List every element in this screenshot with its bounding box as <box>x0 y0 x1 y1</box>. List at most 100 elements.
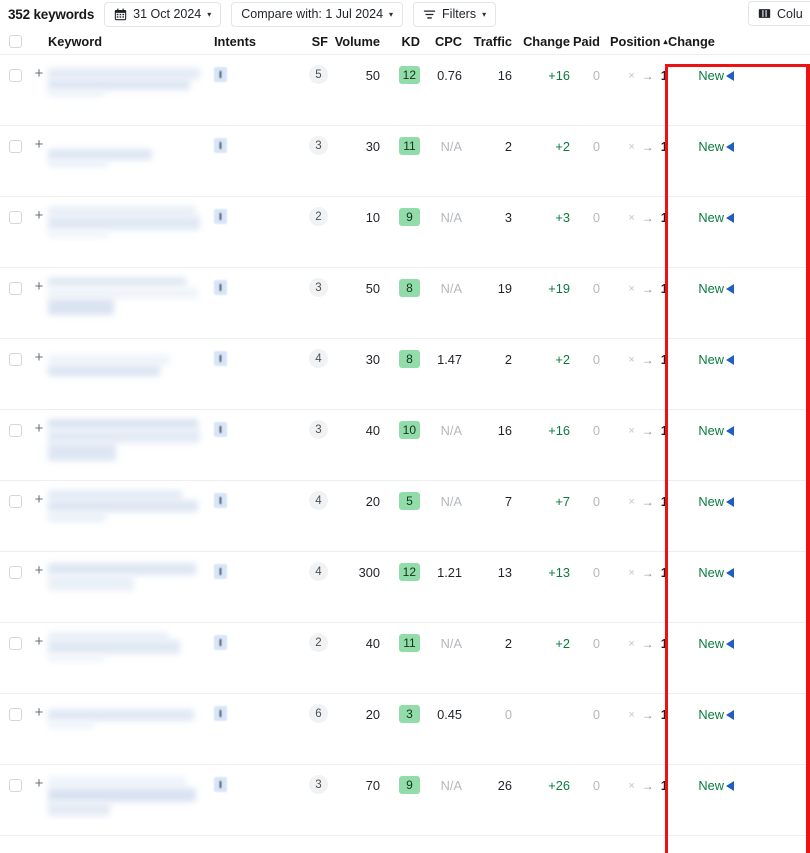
table-row[interactable]: +I62030.4500×→1New <box>0 694 810 765</box>
expand-row-cell[interactable]: + <box>30 552 48 577</box>
plus-icon[interactable]: + <box>35 210 44 222</box>
table-row[interactable]: +I3508N/A19+190×→1New <box>0 268 810 339</box>
row-checkbox[interactable] <box>9 353 22 366</box>
intents-cell[interactable]: I <box>214 197 270 224</box>
column-header-change[interactable]: Change <box>512 34 570 49</box>
column-header-sf[interactable]: SF <box>270 34 328 49</box>
plus-icon[interactable]: + <box>35 139 44 151</box>
row-checkbox-cell[interactable] <box>0 126 30 153</box>
keyword-cell[interactable] <box>48 126 214 169</box>
expand-row-cell[interactable]: + <box>30 339 48 364</box>
keyword-cell[interactable] <box>48 623 214 666</box>
row-checkbox-cell[interactable] <box>0 765 30 792</box>
intents-cell[interactable]: I <box>214 694 270 721</box>
intent-badge-informational[interactable]: I <box>214 635 227 650</box>
intents-cell[interactable]: I <box>214 623 270 650</box>
table-row[interactable]: +I3709N/A26+260×→1New <box>0 765 810 836</box>
row-checkbox-cell[interactable] <box>0 552 30 579</box>
table-row[interactable]: +I4300121.2113+130×→1New <box>0 552 810 623</box>
table-row[interactable]: +I34010N/A16+160×→1New <box>0 410 810 481</box>
filters-button[interactable]: Filters ▾ <box>413 2 496 27</box>
column-header-cpc[interactable]: CPC <box>420 34 462 49</box>
keyword-cell[interactable] <box>48 552 214 595</box>
row-checkbox-cell[interactable] <box>0 410 30 437</box>
serp-feature-cell[interactable] <box>724 339 750 365</box>
row-checkbox[interactable] <box>9 211 22 224</box>
table-row[interactable]: +I43081.472+20×→1New <box>0 339 810 410</box>
plus-icon[interactable]: + <box>35 565 44 577</box>
intent-badge-informational[interactable]: I <box>214 351 227 366</box>
expand-row-cell[interactable]: + <box>30 55 48 80</box>
expand-row-cell[interactable]: + <box>30 694 48 719</box>
intents-cell[interactable]: I <box>214 765 270 792</box>
row-checkbox-cell[interactable] <box>0 197 30 224</box>
column-header-paid[interactable]: Paid <box>570 34 600 49</box>
intents-cell[interactable]: I <box>214 268 270 295</box>
intent-badge-informational[interactable]: I <box>214 280 227 295</box>
keyword-cell[interactable] <box>48 55 214 98</box>
column-header-traffic[interactable]: Traffic <box>462 34 512 49</box>
serp-feature-cell[interactable] <box>724 55 750 81</box>
keyword-cell[interactable] <box>48 694 214 737</box>
intents-cell[interactable]: I <box>214 55 270 82</box>
serp-feature-cell[interactable] <box>724 481 750 507</box>
plus-icon[interactable]: + <box>35 494 44 506</box>
keyword-cell[interactable] <box>48 765 214 808</box>
serp-feature-cell[interactable] <box>724 694 750 720</box>
intent-badge-informational[interactable]: I <box>214 67 227 82</box>
column-header-position-change[interactable]: Change <box>668 34 724 49</box>
select-all-checkbox[interactable] <box>9 35 22 48</box>
row-checkbox[interactable] <box>9 282 22 295</box>
column-header-intents[interactable]: Intents <box>214 34 270 49</box>
row-checkbox[interactable] <box>9 140 22 153</box>
table-row[interactable]: +I33011N/A2+20×→1New <box>0 126 810 197</box>
serp-feature-cell[interactable] <box>724 410 750 436</box>
intent-badge-informational[interactable]: I <box>214 209 227 224</box>
plus-icon[interactable]: + <box>35 707 44 719</box>
plus-icon[interactable]: + <box>35 352 44 364</box>
row-checkbox-cell[interactable] <box>0 694 30 721</box>
keyword-cell[interactable] <box>48 268 214 311</box>
table-row[interactable]: +I24011N/A2+20×→1New <box>0 623 810 694</box>
expand-row-cell[interactable]: + <box>30 197 48 222</box>
serp-feature-cell[interactable] <box>724 623 750 649</box>
plus-icon[interactable]: + <box>35 423 44 435</box>
row-checkbox-cell[interactable] <box>0 55 30 82</box>
intents-cell[interactable]: I <box>214 339 270 366</box>
table-row[interactable]: +I550120.7616+160×→1New <box>0 55 810 126</box>
column-header-kd[interactable]: KD <box>380 34 420 49</box>
expand-row-cell[interactable]: + <box>30 623 48 648</box>
column-header-volume[interactable]: Volume <box>328 34 380 49</box>
intent-badge-informational[interactable]: I <box>214 422 227 437</box>
table-row[interactable]: +I2109N/A3+30×→1New <box>0 197 810 268</box>
row-checkbox[interactable] <box>9 424 22 437</box>
expand-row-cell[interactable]: + <box>30 481 48 506</box>
row-checkbox-cell[interactable] <box>0 339 30 366</box>
columns-button[interactable]: Colu <box>748 1 810 26</box>
plus-icon[interactable]: + <box>35 778 44 790</box>
row-checkbox[interactable] <box>9 708 22 721</box>
row-checkbox[interactable] <box>9 495 22 508</box>
serp-feature-cell[interactable] <box>724 765 750 791</box>
serp-feature-cell[interactable] <box>724 126 750 152</box>
keyword-cell[interactable] <box>48 339 214 382</box>
intent-badge-informational[interactable]: I <box>214 706 227 721</box>
intents-cell[interactable]: I <box>214 552 270 579</box>
intents-cell[interactable]: I <box>214 126 270 153</box>
table-row[interactable]: +I4205N/A7+70×→1New <box>0 481 810 552</box>
row-checkbox[interactable] <box>9 779 22 792</box>
serp-feature-cell[interactable] <box>724 552 750 578</box>
plus-icon[interactable]: + <box>35 68 44 80</box>
intents-cell[interactable]: I <box>214 481 270 508</box>
row-checkbox-cell[interactable] <box>0 268 30 295</box>
row-checkbox-cell[interactable] <box>0 623 30 650</box>
intent-badge-informational[interactable]: I <box>214 777 227 792</box>
plus-icon[interactable]: + <box>35 281 44 293</box>
expand-row-cell[interactable]: + <box>30 765 48 790</box>
keyword-cell[interactable] <box>48 481 214 524</box>
plus-icon[interactable]: + <box>35 636 44 648</box>
serp-feature-cell[interactable] <box>724 268 750 294</box>
intent-badge-informational[interactable]: I <box>214 138 227 153</box>
expand-row-cell[interactable]: + <box>30 410 48 435</box>
column-header-position[interactable]: Position ▴ <box>600 34 668 49</box>
